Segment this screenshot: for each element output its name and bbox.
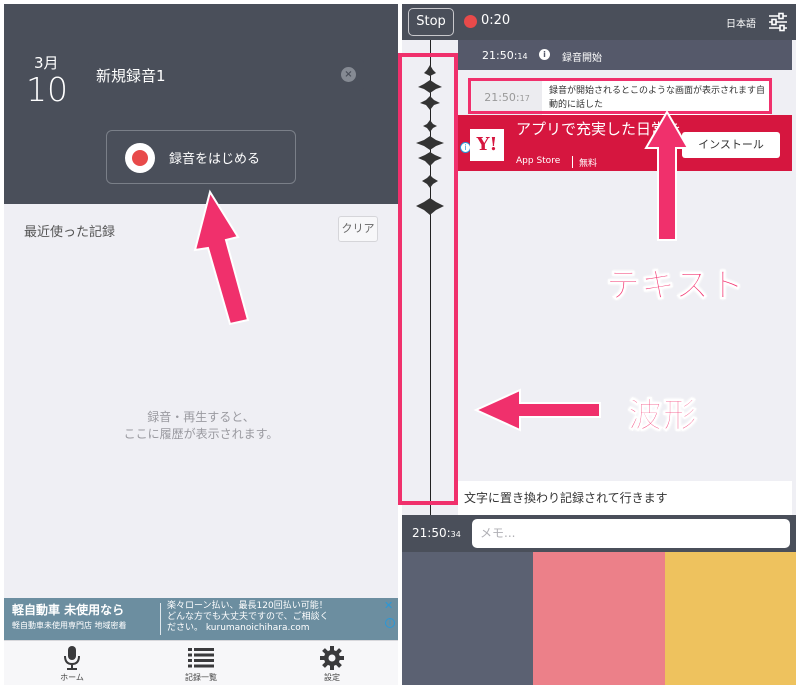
arrow-to-text bbox=[644, 110, 690, 241]
arrow-to-waveform bbox=[473, 388, 601, 432]
screenshot-root: 3月 10 新規録音1 × 録音をはじめる 最近使った記録 クリア 録音・再生す… bbox=[0, 0, 800, 689]
arrow-to-record-button bbox=[193, 189, 250, 326]
annotation-arrows bbox=[193, 110, 690, 432]
text-annotation-label: テキスト bbox=[606, 266, 745, 307]
waveform-annotation-label: 波形 bbox=[628, 396, 698, 437]
